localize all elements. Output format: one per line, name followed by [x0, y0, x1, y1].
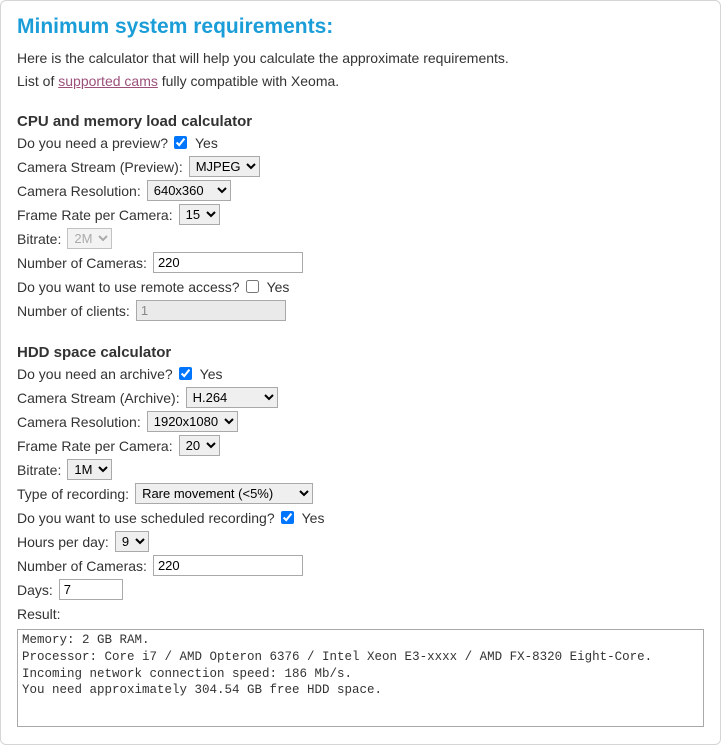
cpu-num-cams-input[interactable]: [153, 252, 303, 273]
preview-label: Do you need a preview?: [17, 135, 168, 151]
cpu-num-cams-label: Number of Cameras:: [17, 255, 147, 271]
scheduled-yes-label: Yes: [302, 510, 325, 526]
hdd-resolution-select[interactable]: 1920x1080: [147, 411, 238, 432]
archive-label: Do you need an archive?: [17, 366, 173, 382]
cpu-bitrate-label: Bitrate:: [17, 231, 61, 247]
cpu-resolution-select[interactable]: 640x360: [147, 180, 231, 201]
page-title: Minimum system requirements:: [17, 15, 704, 39]
archive-checkbox[interactable]: [179, 367, 192, 380]
cpu-bitrate-select: 2M: [67, 228, 112, 249]
hours-label: Hours per day:: [17, 534, 109, 550]
hdd-bitrate-label: Bitrate:: [17, 462, 61, 478]
calculator-panel: Minimum system requirements: Here is the…: [0, 0, 721, 745]
record-type-select[interactable]: Rare movement (<5%): [135, 483, 313, 504]
cpu-fps-label: Frame Rate per Camera:: [17, 207, 173, 223]
hdd-bitrate-select[interactable]: 1M: [67, 459, 112, 480]
scheduled-label: Do you want to use scheduled recording?: [17, 510, 275, 526]
cpu-heading: CPU and memory load calculator: [17, 113, 704, 130]
hdd-fps-select[interactable]: 20: [179, 435, 220, 456]
preview-yes-label: Yes: [195, 135, 218, 151]
scheduled-checkbox[interactable]: [281, 511, 294, 524]
intro-line-1: Here is the calculator that will help yo…: [17, 49, 704, 68]
hours-select[interactable]: 9: [115, 531, 149, 552]
result-output[interactable]: [17, 629, 704, 727]
hdd-num-cams-input[interactable]: [153, 555, 303, 576]
archive-yes-label: Yes: [200, 366, 223, 382]
archive-stream-select[interactable]: H.264: [186, 387, 278, 408]
intro-line-2-prefix: List of: [17, 73, 58, 89]
remote-access-checkbox[interactable]: [246, 280, 259, 293]
remote-access-yes-label: Yes: [267, 279, 290, 295]
archive-stream-label: Camera Stream (Archive):: [17, 390, 180, 406]
result-label: Result:: [17, 606, 61, 622]
intro-line-2: List of supported cams fully compatible …: [17, 72, 704, 91]
preview-stream-label: Camera Stream (Preview):: [17, 159, 183, 175]
record-type-label: Type of recording:: [17, 486, 129, 502]
hdd-fps-label: Frame Rate per Camera:: [17, 438, 173, 454]
hdd-heading: HDD space calculator: [17, 344, 704, 361]
intro-line-2-suffix: fully compatible with Xeoma.: [158, 73, 339, 89]
hdd-num-cams-label: Number of Cameras:: [17, 558, 147, 574]
preview-checkbox[interactable]: [174, 136, 187, 149]
clients-input: [136, 300, 286, 321]
supported-cams-link[interactable]: supported cams: [58, 73, 158, 89]
days-input[interactable]: [59, 579, 123, 600]
clients-label: Number of clients:: [17, 303, 130, 319]
preview-stream-select[interactable]: MJPEG: [189, 156, 260, 177]
remote-access-label: Do you want to use remote access?: [17, 279, 240, 295]
cpu-resolution-label: Camera Resolution:: [17, 183, 141, 199]
cpu-fps-select[interactable]: 15: [179, 204, 220, 225]
hdd-resolution-label: Camera Resolution:: [17, 414, 141, 430]
days-label: Days:: [17, 582, 53, 598]
